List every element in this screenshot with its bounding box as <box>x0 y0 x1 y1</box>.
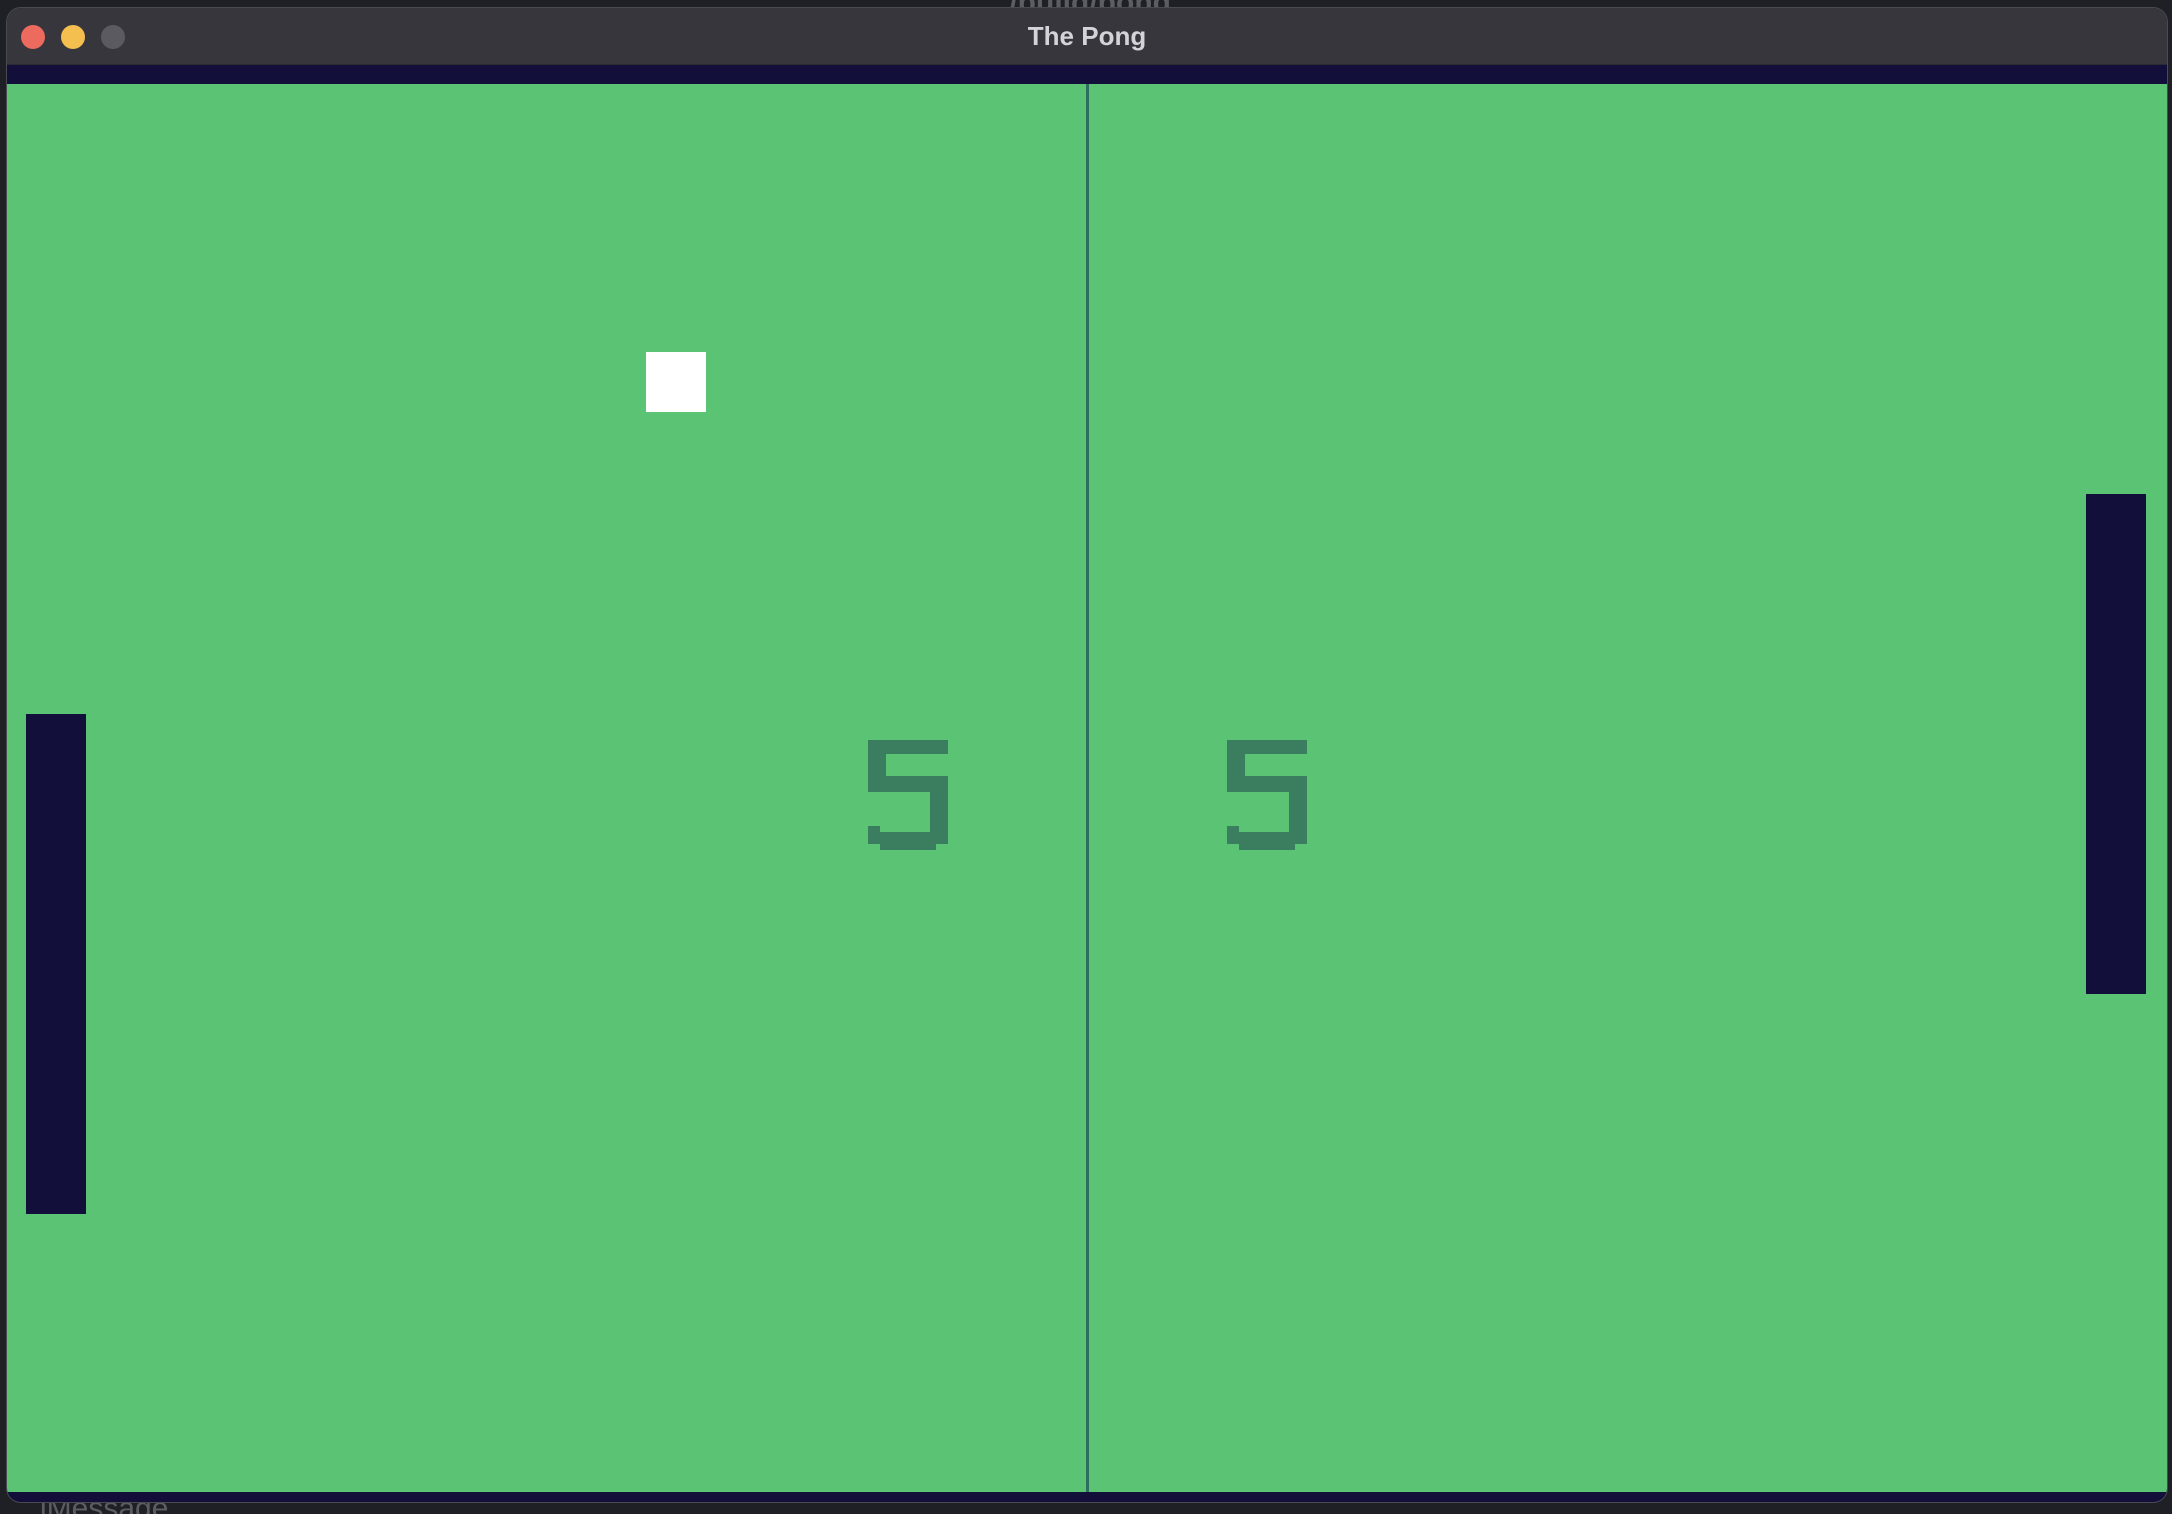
right-score: 5 <box>1227 740 1307 850</box>
ball <box>646 352 706 412</box>
game-field[interactable]: 5 5 <box>7 84 2167 1492</box>
window-title: The Pong <box>1027 21 1147 51</box>
game-window: The Pong 5 5 <box>7 8 2167 1502</box>
bottom-border-bar <box>7 1492 2167 1502</box>
left-paddle[interactable] <box>26 714 86 1214</box>
desktop: ./build/pong iMessage The Pong 5 5 <box>0 0 2172 1514</box>
right-paddle[interactable] <box>2086 494 2146 994</box>
right-score-digit: 5 <box>1227 740 1307 850</box>
title-bar[interactable]: The Pong <box>7 8 2167 65</box>
left-score: 5 <box>868 740 948 850</box>
top-border-bar <box>7 65 2167 84</box>
left-score-digit: 5 <box>868 740 948 850</box>
right-score-glyph <box>1227 740 1307 850</box>
left-score-glyph <box>868 740 948 850</box>
center-net <box>1086 84 1089 1492</box>
